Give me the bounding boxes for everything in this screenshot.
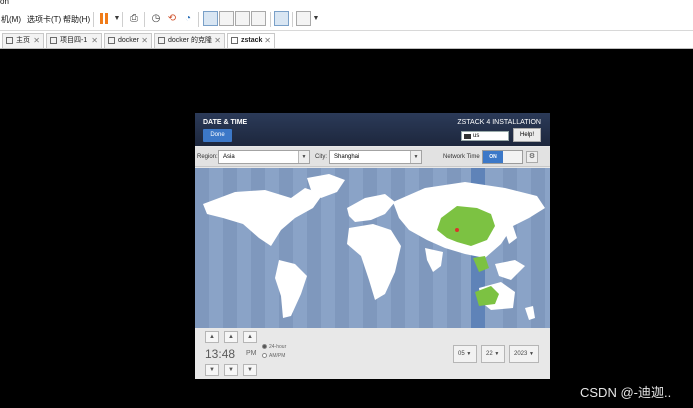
toolbar-separator xyxy=(270,12,271,27)
vm-icon xyxy=(108,37,115,44)
keyboard-icon xyxy=(464,134,471,139)
hour-up-button[interactable]: ▲ xyxy=(205,331,219,343)
chevron-down-icon: ▼ xyxy=(466,351,472,357)
month-select[interactable]: 05 ▼ xyxy=(453,345,477,363)
network-time-label: Network Time xyxy=(443,154,480,160)
menu-tabs[interactable]: 选项卡(T) xyxy=(27,14,61,25)
toolbar-separator xyxy=(292,12,293,27)
help-button[interactable]: Help! xyxy=(513,128,541,142)
month-value: 05 xyxy=(458,351,465,357)
section-title: DATE & TIME xyxy=(203,119,248,126)
window-title: on xyxy=(0,0,9,6)
fullscreen-button[interactable] xyxy=(235,11,250,26)
tab-label: 项目四-1 xyxy=(60,37,88,44)
chevron-down-icon: ▼ xyxy=(410,151,421,163)
tab-home[interactable]: 主页 ✕ xyxy=(2,33,44,48)
year-select[interactable]: 2023 ▼ xyxy=(509,345,539,363)
radio-selected-icon xyxy=(262,344,267,350)
unity-button[interactable] xyxy=(251,11,266,26)
window-titlebar: on xyxy=(0,0,693,8)
watermark: CSDN @-迪迦.. xyxy=(580,385,672,400)
minute-down-button[interactable]: ▼ xyxy=(224,364,238,376)
menu-toolbar: 机(M) 选项卡(T) 帮助(H) ▼ ⎙ ◷ ⟲ ◔ ▼ xyxy=(0,8,693,31)
timezone-map[interactable] xyxy=(195,168,550,328)
city-value: Shanghai xyxy=(334,154,360,160)
ampm-down-button[interactable]: ▼ xyxy=(243,364,257,376)
radio-icon xyxy=(262,353,267,359)
region-select[interactable]: Asia ▼ xyxy=(218,150,310,164)
console-view-button[interactable] xyxy=(203,11,218,26)
revert-snapshot-icon[interactable]: ⟲ xyxy=(165,12,179,26)
selected-city-marker xyxy=(455,228,459,232)
time-display: 13:48 xyxy=(205,347,236,361)
ampm-value: PM xyxy=(246,350,257,357)
dropdown-arrow-icon[interactable]: ▼ xyxy=(309,12,323,26)
menu-vm[interactable]: 机(M) xyxy=(1,14,21,25)
keyboard-layout-indicator[interactable]: us xyxy=(461,131,509,141)
toolbar-separator xyxy=(122,12,123,27)
tab-label: 主页 xyxy=(16,37,30,44)
vm-icon xyxy=(158,37,165,44)
hour-down-button[interactable]: ▼ xyxy=(205,364,219,376)
time-date-panel: ▲ ▲ ▲ 13:48 PM ▼ ▼ ▼ 24-hour AM/PM 05 ▼ … xyxy=(195,328,550,379)
year-value: 2023 xyxy=(514,351,528,357)
hours-value: 13 xyxy=(205,347,219,361)
chevron-down-icon: ▼ xyxy=(298,151,309,163)
tab-docker[interactable]: docker ✕ xyxy=(104,33,152,48)
network-time-toggle[interactable]: ON xyxy=(482,150,523,164)
done-button[interactable]: Done xyxy=(203,129,232,142)
menu-help[interactable]: 帮助(H) xyxy=(63,14,90,25)
vm-icon xyxy=(231,37,238,44)
tab-docker-clone[interactable]: docker 的克隆 ✕ xyxy=(154,33,225,48)
format-24h-label: 24-hour xyxy=(269,344,287,350)
close-icon[interactable]: ✕ xyxy=(264,34,271,48)
timezone-toolbar: Region: Asia ▼ City: Shanghai ▼ Network … xyxy=(195,147,550,167)
region-value: Asia xyxy=(223,154,235,160)
tab-label: docker 的克隆 xyxy=(168,37,212,44)
home-icon xyxy=(6,37,13,44)
close-icon[interactable]: ✕ xyxy=(33,34,40,48)
ampm-up-button[interactable]: ▲ xyxy=(243,331,257,343)
close-icon[interactable]: ✕ xyxy=(91,34,98,48)
tab-project4[interactable]: 项目四-1 ✕ xyxy=(46,33,102,48)
installer-header: DATE & TIME Done ZSTACK 4 INSTALLATION u… xyxy=(195,113,550,146)
tab-label: docker xyxy=(118,37,140,44)
region-label: Region: xyxy=(197,154,218,160)
chevron-down-icon: ▼ xyxy=(494,351,500,357)
tab-label: zstack xyxy=(241,37,263,44)
vm-icon xyxy=(50,37,57,44)
toggle-state: ON xyxy=(483,151,503,163)
city-label: City: xyxy=(315,154,327,160)
toolbar-separator xyxy=(93,12,94,27)
thumbnail-view-button[interactable] xyxy=(219,11,234,26)
day-select[interactable]: 22 ▼ xyxy=(481,345,505,363)
format-24h-option[interactable]: 24-hour xyxy=(262,344,286,350)
snapshot-icon[interactable]: ◷ xyxy=(149,12,163,26)
send-keys-icon[interactable]: ⎙ xyxy=(127,12,141,26)
tab-zstack[interactable]: zstack ✕ xyxy=(227,33,275,48)
tab-bar: 主页 ✕ 项目四-1 ✕ docker ✕ docker 的克隆 ✕ zstac… xyxy=(0,31,693,49)
keyboard-layout-value: us xyxy=(473,133,480,139)
vm-screen[interactable]: DATE & TIME Done ZSTACK 4 INSTALLATION u… xyxy=(195,113,550,379)
close-icon[interactable]: ✕ xyxy=(214,34,221,48)
toolbar-separator xyxy=(144,12,145,27)
format-12h-option[interactable]: AM/PM xyxy=(262,353,285,359)
world-map-graphic xyxy=(195,168,545,328)
snapshot-manager-icon[interactable]: ◔ xyxy=(181,12,195,26)
minute-up-button[interactable]: ▲ xyxy=(224,331,238,343)
console-button[interactable] xyxy=(274,11,289,26)
product-title: ZSTACK 4 INSTALLATION xyxy=(457,119,541,126)
close-icon[interactable]: ✕ xyxy=(141,34,148,48)
format-12h-label: AM/PM xyxy=(269,353,286,359)
pause-icon[interactable] xyxy=(100,13,109,24)
chevron-down-icon: ▼ xyxy=(529,351,534,357)
day-value: 22 xyxy=(486,351,493,357)
gear-icon[interactable]: ⚙ xyxy=(526,151,538,163)
minutes-value: 48 xyxy=(221,347,236,361)
toolbar-separator xyxy=(198,12,199,27)
city-select[interactable]: Shanghai ▼ xyxy=(329,150,422,164)
